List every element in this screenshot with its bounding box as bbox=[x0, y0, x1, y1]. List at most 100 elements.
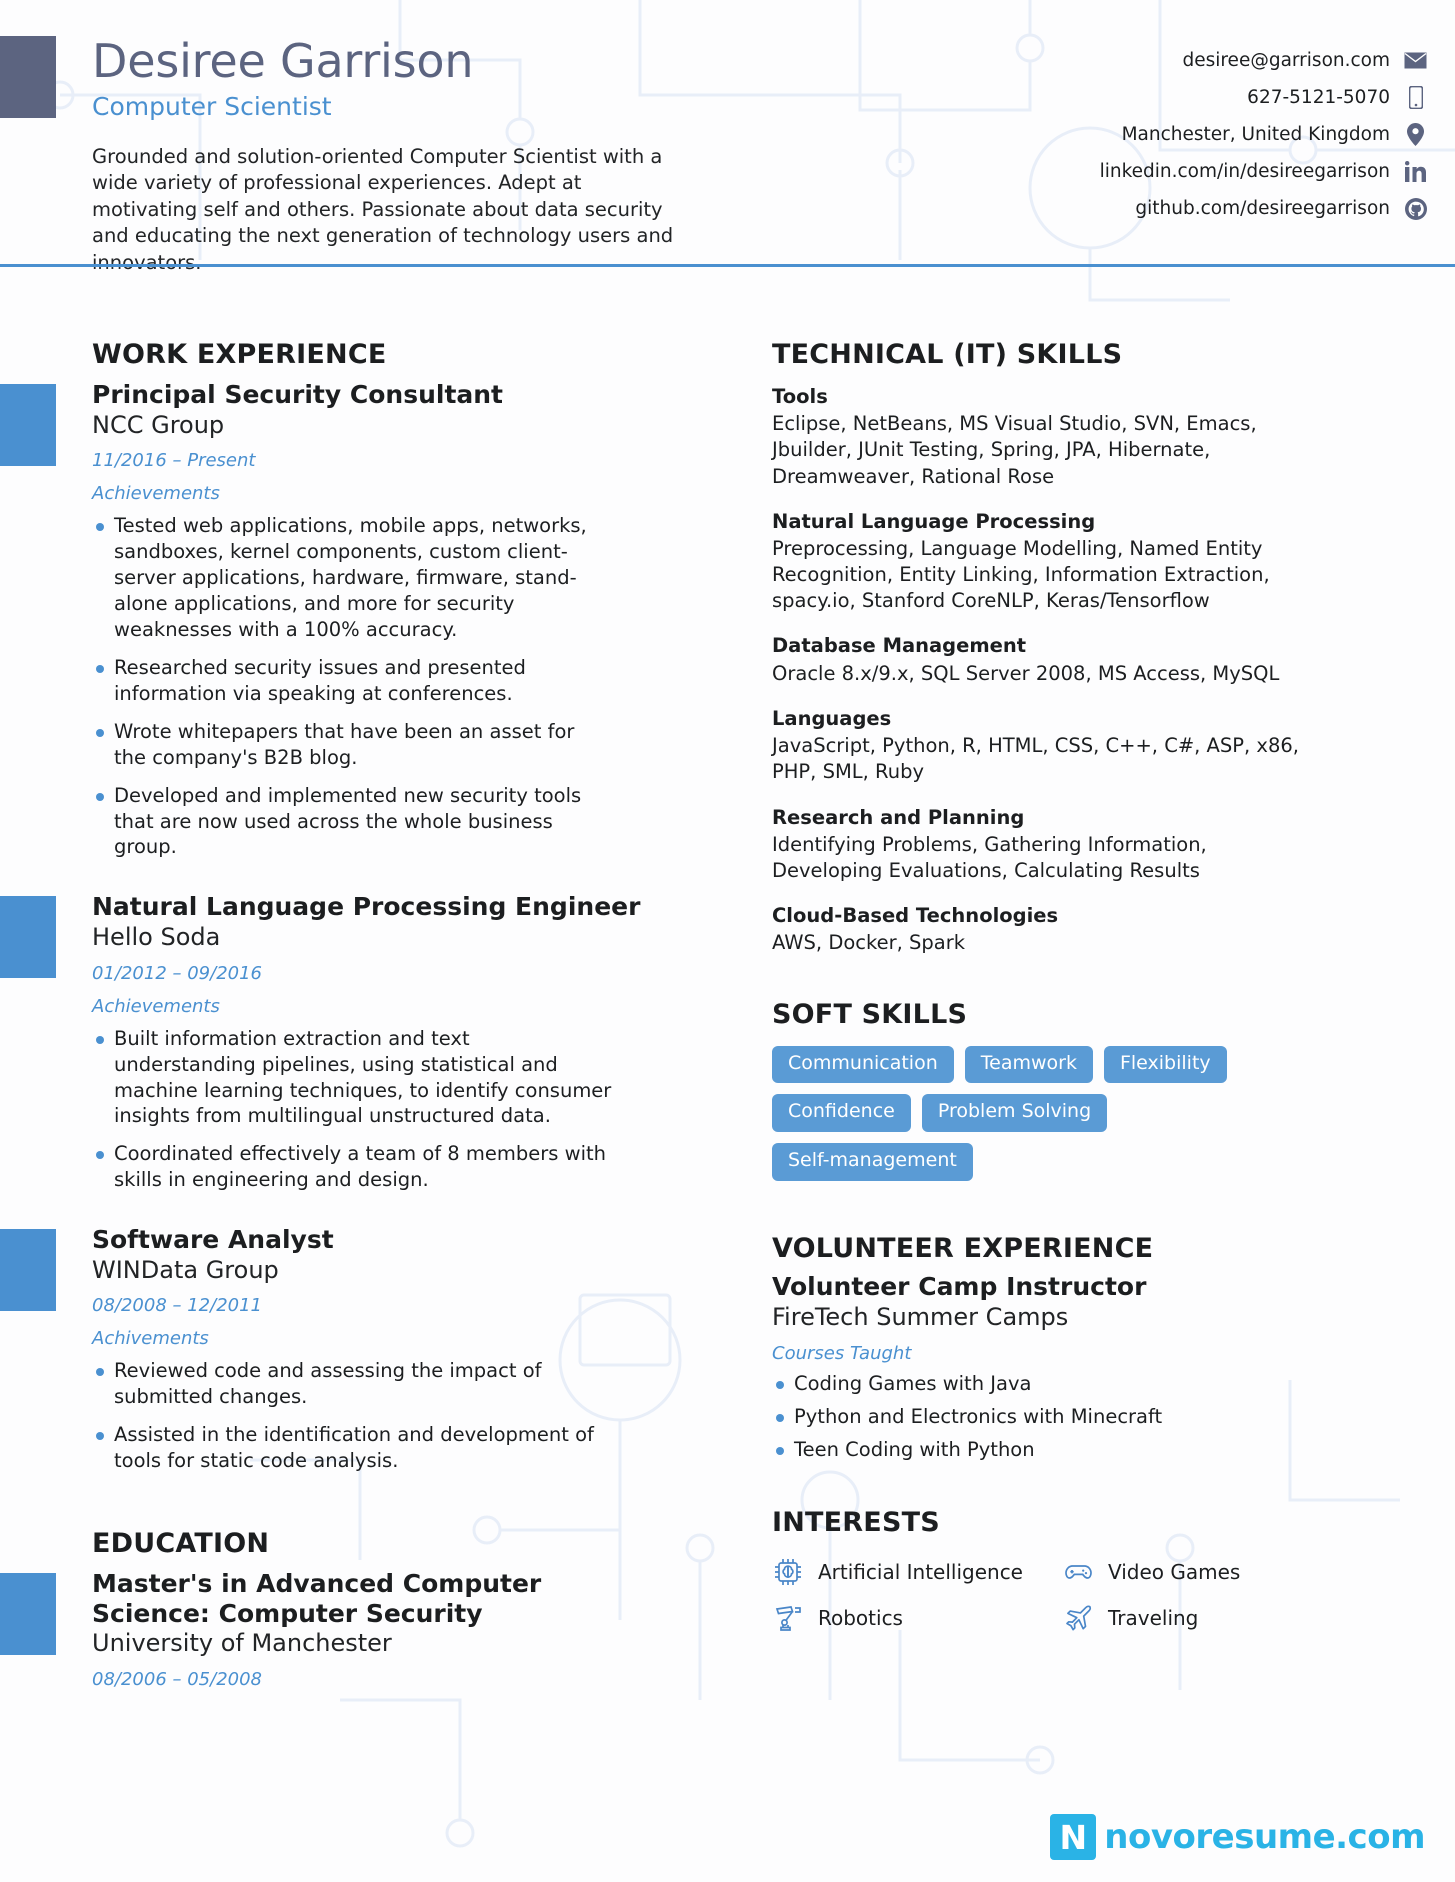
interest-label: Traveling bbox=[1108, 1605, 1199, 1630]
list-item: Wrote whitepapers that have been an asse… bbox=[92, 719, 612, 771]
novoresume-logo-text: novoresume.com bbox=[1104, 1817, 1425, 1857]
job-role: Software Analyst bbox=[92, 1225, 334, 1255]
job-dates: 01/2012 – 09/2016 bbox=[92, 962, 262, 984]
school-name: University of Manchester bbox=[92, 1629, 392, 1658]
contact-phone-text: 627-5121-5070 bbox=[1247, 87, 1390, 108]
education-entry: Master's in Advanced Computer Science: C… bbox=[0, 1569, 760, 1690]
entry-accent-block bbox=[0, 1229, 56, 1312]
skill-group-label: Natural Language Processing bbox=[772, 509, 1096, 533]
list-item: Developed and implemented new security t… bbox=[92, 783, 612, 861]
list-item: Python and Electronics with Minecraft bbox=[772, 1404, 1292, 1430]
resume-header: Desiree Garrison Computer Scientist Grou… bbox=[0, 0, 1455, 313]
profile-summary: Grounded and solution-oriented Computer … bbox=[92, 144, 674, 274]
job-company: WINData Group bbox=[92, 1255, 279, 1284]
entry-accent-block bbox=[0, 384, 56, 466]
left-column: WORK EXPERIENCE Principal Security Consu… bbox=[0, 313, 760, 1690]
list-item: Reviewed code and assessing the impact o… bbox=[92, 1358, 612, 1410]
skill-group: Languages JavaScript, Python, R, HTML, C… bbox=[772, 706, 1455, 786]
soft-skill-chip: Self-management bbox=[772, 1143, 973, 1182]
section-title-technical-skills: TECHNICAL (IT) SKILLS bbox=[772, 339, 1123, 370]
robot-arm-icon bbox=[772, 1602, 804, 1634]
location-pin-icon bbox=[1404, 122, 1427, 147]
skill-group: Research and Planning Identifying Proble… bbox=[772, 805, 1455, 885]
contact-github[interactable]: github.com/desireegarrison bbox=[1007, 190, 1427, 227]
skill-group-value: Oracle 8.x/9.x, SQL Server 2008, MS Acce… bbox=[772, 661, 1280, 685]
degree-title: Master's in Advanced Computer Science: C… bbox=[92, 1569, 542, 1628]
page-title: Desiree Garrison bbox=[92, 34, 474, 88]
interest-label: Video Games bbox=[1108, 1559, 1241, 1584]
contact-email[interactable]: desiree@garrison.com bbox=[1007, 42, 1427, 79]
section-title-soft-skills: SOFT SKILLS bbox=[772, 998, 968, 1030]
list-item: Coding Games with Java bbox=[772, 1371, 1292, 1397]
job-achievements-list: Tested web applications, mobile apps, ne… bbox=[92, 513, 760, 860]
skill-group: Tools Eclipse, NetBeans, MS Visual Studi… bbox=[772, 384, 1455, 490]
resume-body: WORK EXPERIENCE Principal Security Consu… bbox=[0, 313, 1455, 1690]
job-achievements-list: Built information extraction and text un… bbox=[92, 1026, 760, 1194]
right-column: TECHNICAL (IT) SKILLS Tools Eclipse, Net… bbox=[760, 313, 1455, 1690]
skill-group-label: Database Management bbox=[772, 634, 1027, 658]
linkedin-icon bbox=[1404, 159, 1427, 184]
interests-grid: Artificial Intelligence Video Games Robo… bbox=[772, 1556, 1455, 1634]
novoresume-logo[interactable]: N novoresume.com bbox=[1050, 1814, 1425, 1860]
job-title: Computer Scientist bbox=[92, 91, 332, 121]
work-entry: Natural Language Processing Engineer Hel… bbox=[0, 892, 760, 1194]
github-icon bbox=[1404, 196, 1427, 221]
header-left: Desiree Garrison Computer Scientist Grou… bbox=[92, 34, 772, 276]
list-item: Coordinated effectively a team of 8 memb… bbox=[92, 1141, 612, 1193]
list-item: Tested web applications, mobile apps, ne… bbox=[92, 513, 612, 643]
interest-label: Robotics bbox=[818, 1605, 903, 1630]
section-title-interests: INTERESTS bbox=[772, 1506, 940, 1538]
contact-email-text: desiree@garrison.com bbox=[1182, 50, 1390, 71]
volunteer-role: Volunteer Camp Instructor bbox=[772, 1272, 1147, 1302]
job-dates: 11/2016 – Present bbox=[92, 450, 256, 472]
contact-list: desiree@garrison.com 627-5121-5070 Manch… bbox=[1007, 42, 1427, 227]
interest-item: Artificial Intelligence bbox=[772, 1556, 1062, 1588]
list-item: Built information extraction and text un… bbox=[92, 1026, 612, 1130]
soft-skill-chip: Teamwork bbox=[964, 1045, 1093, 1084]
volunteer-courses-label: Courses Taught bbox=[772, 1342, 912, 1364]
job-achievements-list: Reviewed code and assessing the impact o… bbox=[92, 1358, 760, 1474]
skill-group: Natural Language Processing Preprocessin… bbox=[772, 509, 1455, 615]
mobile-phone-icon bbox=[1404, 85, 1427, 110]
skill-group: Database Management Oracle 8.x/9.x, SQL … bbox=[772, 633, 1455, 686]
job-achievements-label: Achievements bbox=[92, 483, 220, 505]
section-title-education: EDUCATION bbox=[92, 1528, 270, 1560]
soft-skill-chip-list: Communication Teamwork Flexibility Confi… bbox=[772, 1045, 1292, 1182]
list-item: Researched security issues and presented… bbox=[92, 655, 612, 707]
soft-skill-chip: Flexibility bbox=[1103, 1045, 1227, 1084]
skill-group-value: JavaScript, Python, R, HTML, CSS, C++, C… bbox=[772, 734, 1299, 784]
interest-item: Video Games bbox=[1062, 1556, 1455, 1588]
name-accent-block bbox=[0, 36, 56, 118]
contact-location[interactable]: Manchester, United Kingdom bbox=[1007, 116, 1427, 153]
ai-chip-icon bbox=[772, 1556, 804, 1588]
work-entry: Principal Security Consultant NCC Group … bbox=[0, 380, 760, 860]
envelope-icon bbox=[1404, 48, 1427, 73]
contact-linkedin[interactable]: linkedin.com/in/desireegarrison bbox=[1007, 153, 1427, 190]
skill-group-value: AWS, Docker, Spark bbox=[772, 931, 966, 955]
volunteer-organization: FireTech Summer Camps bbox=[772, 1303, 1069, 1332]
volunteer-entry: Volunteer Camp Instructor FireTech Summe… bbox=[772, 1272, 1455, 1463]
education-dates: 08/2006 – 05/2008 bbox=[92, 1668, 262, 1690]
skill-group-value: Identifying Problems, Gathering Informat… bbox=[772, 832, 1207, 882]
section-title-volunteer-experience: VOLUNTEER EXPERIENCE bbox=[772, 1233, 1154, 1265]
skill-group-value: Eclipse, NetBeans, MS Visual Studio, SVN… bbox=[772, 412, 1257, 488]
skill-group-label: Tools bbox=[772, 385, 828, 408]
list-item: Teen Coding with Python bbox=[772, 1437, 1292, 1463]
interest-label: Artificial Intelligence bbox=[818, 1559, 1023, 1584]
skill-group-label: Cloud-Based Technologies bbox=[772, 904, 1059, 928]
gamepad-icon bbox=[1062, 1556, 1094, 1588]
job-company: Hello Soda bbox=[92, 922, 221, 951]
job-role: Natural Language Processing Engineer bbox=[92, 892, 641, 922]
skill-group-label: Research and Planning bbox=[772, 805, 1025, 829]
soft-skill-chip: Confidence bbox=[772, 1094, 911, 1133]
contact-phone[interactable]: 627-5121-5070 bbox=[1007, 79, 1427, 116]
skill-group-label: Languages bbox=[772, 706, 892, 730]
resume-page: Desiree Garrison Computer Scientist Grou… bbox=[0, 0, 1455, 1882]
contact-github-text: github.com/desireegarrison bbox=[1135, 198, 1390, 219]
interest-item: Robotics bbox=[772, 1602, 1062, 1634]
header-divider bbox=[0, 264, 1455, 267]
job-achievements-label: Achivements bbox=[92, 1328, 209, 1350]
section-title-work-experience: WORK EXPERIENCE bbox=[92, 339, 387, 370]
entry-accent-block bbox=[0, 1573, 56, 1656]
contact-linkedin-text: linkedin.com/in/desireegarrison bbox=[1099, 161, 1390, 182]
